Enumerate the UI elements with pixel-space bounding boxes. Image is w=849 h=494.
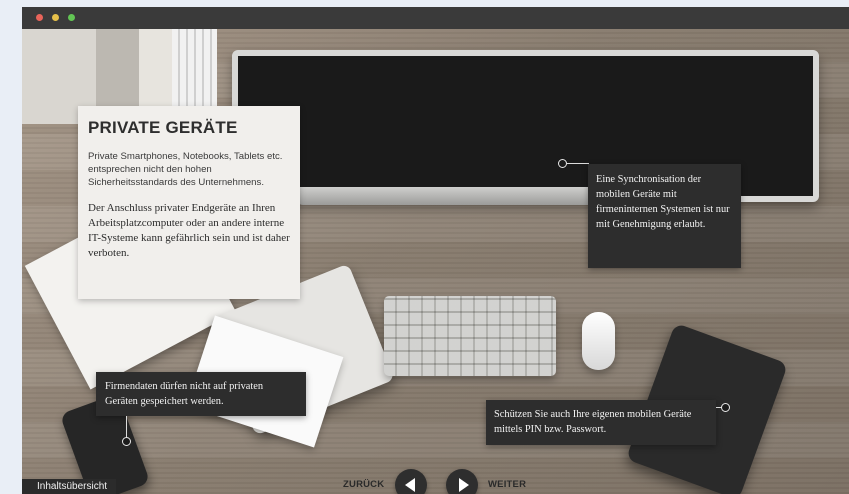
back-button[interactable]	[395, 469, 427, 494]
desk-scene: PRIVATE GERÄTE Private Smartphones, Note…	[22, 29, 849, 494]
next-button[interactable]	[446, 469, 478, 494]
arrow-right-icon	[458, 478, 469, 492]
next-label[interactable]: WEITER	[488, 479, 526, 490]
intro-text: Private Smartphones, Notebooks, Tablets …	[88, 151, 283, 188]
connector-line	[126, 416, 127, 438]
hotspot-tablet[interactable]	[721, 403, 730, 412]
info-box-sync: Eine Synchronisation der mobilen Geräte …	[588, 164, 741, 268]
close-window-button[interactable]	[36, 14, 43, 21]
info-box-schutz: Schützen Sie auch Ihre eigenen mobilen G…	[486, 400, 716, 445]
mouse-image	[582, 312, 615, 370]
hotspot-phone[interactable]	[122, 437, 131, 446]
minimize-window-button[interactable]	[52, 14, 59, 21]
toc-button[interactable]: Inhaltsübersicht	[22, 479, 117, 494]
rule-text: Der Anschluss privater Endgeräte an Ihre…	[88, 202, 290, 259]
hotspot-monitor[interactable]	[558, 159, 567, 168]
app-window: PRIVATE GERÄTE Private Smartphones, Note…	[22, 7, 849, 494]
page-title: PRIVATE GERÄTE	[88, 118, 238, 137]
title-bar	[22, 7, 849, 29]
back-label[interactable]: ZURÜCK	[343, 479, 384, 490]
arrow-left-icon	[405, 478, 415, 492]
info-box-firmendaten: Firmendaten dürfen nicht auf privaten Ge…	[96, 372, 306, 416]
keyboard-image	[384, 296, 556, 376]
connector-line	[567, 163, 589, 164]
maximize-window-button[interactable]	[68, 14, 75, 21]
intro-card: PRIVATE GERÄTE Private Smartphones, Note…	[78, 106, 300, 299]
